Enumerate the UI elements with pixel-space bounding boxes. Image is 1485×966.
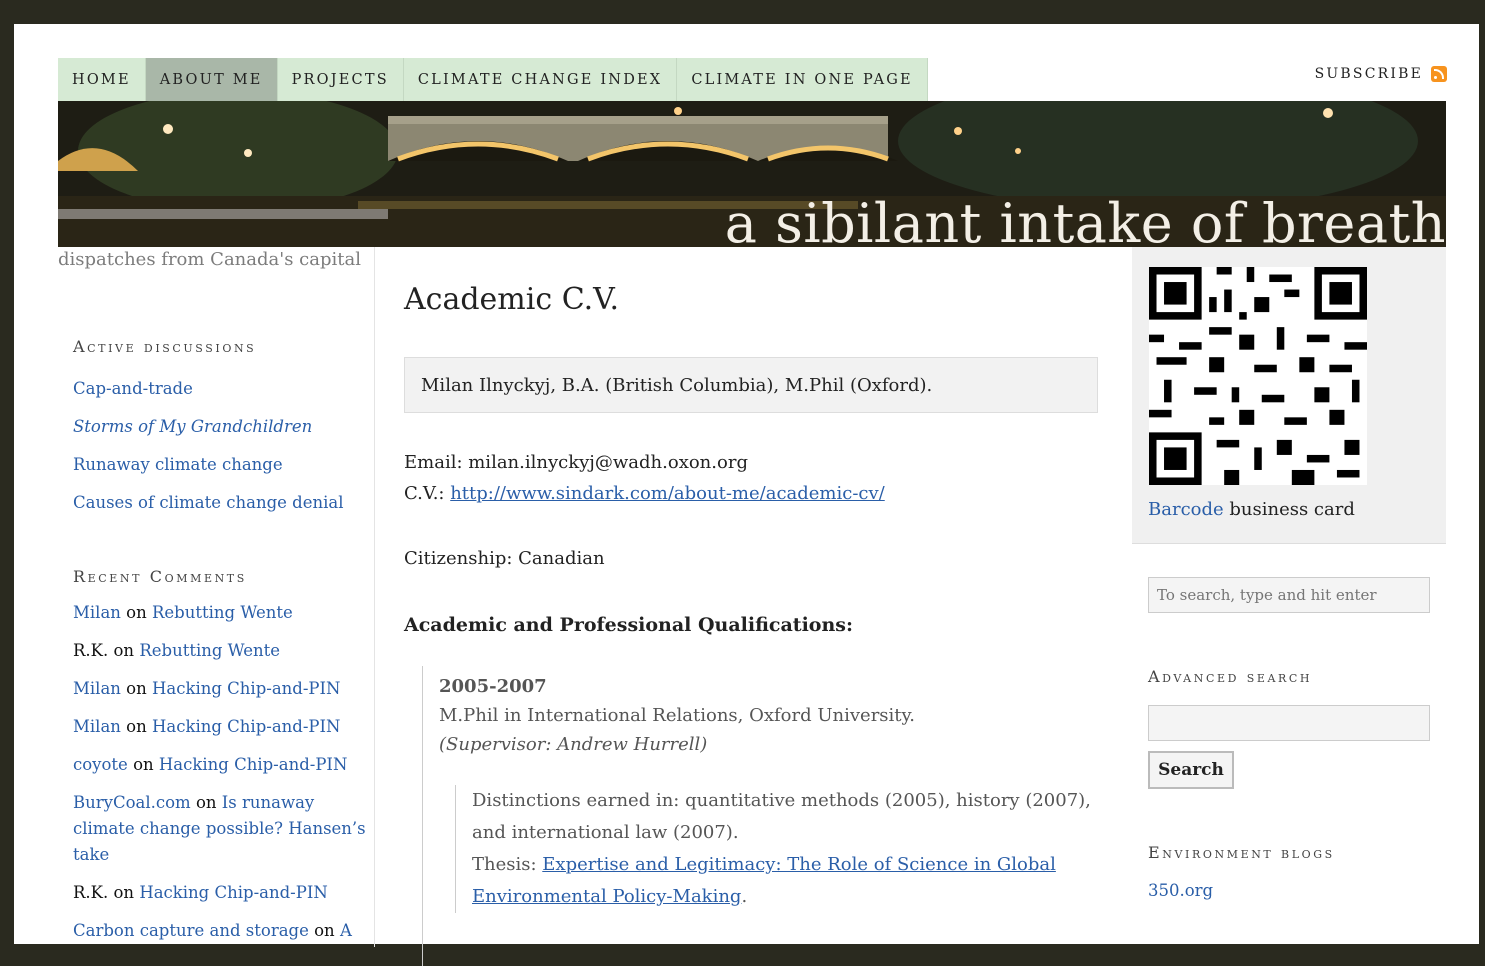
entry-years: 2005-2007 [439, 676, 547, 697]
comment-author[interactable]: Milan [73, 717, 121, 736]
comment-post[interactable]: Rebutting Wente [152, 603, 293, 622]
recent-comments-heading: Recent Comments [73, 567, 247, 586]
advanced-search-heading: Advanced search [1148, 667, 1313, 686]
thesis-link[interactable]: Expertise and Legitimacy: The Role of Sc… [472, 854, 1056, 907]
comment-author[interactable]: Milan [73, 679, 121, 698]
advanced-search-input[interactable] [1148, 705, 1430, 741]
header-banner: a sibilant intake of breath [58, 101, 1446, 247]
rss-icon[interactable] [1431, 66, 1447, 82]
cv-line: C.V.: http://www.sindark.com/about-me/ac… [404, 483, 885, 504]
comment-item: coyote on Hacking Chip-and-PIN [73, 752, 373, 778]
comment-author: R.K. [73, 641, 109, 660]
entry-supervisor: (Supervisor: Andrew Hurrell) [439, 734, 708, 755]
barcode-link[interactable]: Barcode [1148, 499, 1224, 520]
comment-author[interactable]: coyote [73, 755, 128, 774]
discussion-link[interactable]: Runaway climate change [73, 455, 283, 474]
active-discussions: Active discussions Cap-and-trade Storms … [73, 337, 344, 522]
subscribe-link[interactable]: Subscribe [1315, 66, 1447, 82]
comment-item: Milan on Hacking Chip-and-PIN [73, 714, 373, 740]
comment-post[interactable]: Hacking Chip-and-PIN [152, 679, 341, 698]
comment-on: on [133, 755, 154, 774]
qualifications-heading: Academic and Professional Qualifications… [404, 614, 853, 636]
comment-post[interactable]: Hacking Chip-and-PIN [159, 755, 348, 774]
comment-item: BuryCoal.com on Is runaway climate chang… [73, 790, 373, 868]
search-input[interactable] [1148, 577, 1430, 613]
comment-post[interactable]: Hacking Chip-and-PIN [139, 883, 328, 902]
environment-blogs-heading: Environment blogs [1148, 843, 1335, 862]
comment-item: Milan on Rebutting Wente [73, 600, 373, 626]
barcode-caption: Barcode business card [1148, 499, 1355, 520]
comment-post[interactable]: Hacking Chip-and-PIN [152, 717, 341, 736]
thesis-label: Thesis: [472, 854, 543, 875]
active-discussions-heading: Active discussions [73, 337, 257, 356]
subscribe-label: Subscribe [1314, 66, 1423, 82]
comment-on: on [195, 793, 217, 812]
comment-item: R.K. on Hacking Chip-and-PIN [73, 880, 373, 906]
thesis-end: . [741, 886, 748, 907]
qualification-entry: 2005-2007 M.Phil in International Relati… [422, 666, 1119, 966]
top-nav: Home About Me Projects Climate Change In… [58, 58, 928, 101]
site-title[interactable]: a sibilant intake of breath [725, 192, 1446, 247]
nav-home[interactable]: Home [58, 58, 146, 101]
comment-item: Milan on Hacking Chip-and-PIN [73, 676, 373, 702]
name-box: Milan Ilnyckyj, B.A. (British Columbia),… [404, 357, 1098, 413]
comment-item: Carbon capture and storage on A [73, 918, 373, 944]
entry-degree: M.Phil in International Relations, Oxfor… [439, 705, 916, 726]
right-sidebar: Barcode business card Advanced search Se… [1132, 247, 1446, 947]
nav-projects[interactable]: Projects [278, 58, 404, 101]
comment-on: on [126, 717, 147, 736]
recent-comments: Recent Comments Milan on Rebutting Wente… [73, 567, 373, 956]
discussion-link[interactable]: Cap-and-trade [73, 379, 193, 398]
main-content: Academic C.V. Milan Ilnyckyj, B.A. (Brit… [404, 282, 1104, 966]
barcode-caption-rest: business card [1223, 499, 1355, 520]
barcode-box: Barcode business card [1132, 247, 1446, 544]
comment-post[interactable]: Rebutting Wente [139, 641, 280, 660]
cv-label: C.V.: [404, 483, 451, 504]
discussion-link[interactable]: Storms of My Grandchildren [73, 417, 312, 436]
entry-details: Distinctions earned in: quantitative met… [455, 785, 1092, 913]
page-title: Academic C.V. [404, 282, 620, 317]
left-sidebar: Active discussions Cap-and-trade Storms … [58, 247, 375, 947]
comment-on: on [126, 679, 147, 698]
page: Home About Me Projects Climate Change In… [14, 24, 1479, 966]
nav-about-me[interactable]: About Me [145, 58, 278, 101]
entry-thesis: Thesis: Expertise and Legitimacy: The Ro… [472, 849, 1092, 913]
comment-on: on [126, 603, 147, 622]
comment-author[interactable]: BuryCoal.com [73, 793, 191, 812]
search-button[interactable]: Search [1148, 751, 1234, 789]
discussion-link[interactable]: Causes of climate change denial [73, 493, 344, 512]
nav-climate-in-one-page[interactable]: Climate in One Page [677, 58, 928, 101]
email-line: Email: milan.ilnyckyj@wadh.oxon.org [404, 452, 748, 473]
comment-author[interactable]: Milan [73, 603, 121, 622]
citizenship-line: Citizenship: Canadian [404, 548, 605, 569]
env-blog-link[interactable]: 350.org [1148, 881, 1213, 900]
comment-item: R.K. on Rebutting Wente [73, 638, 373, 664]
comment-on: on [113, 641, 135, 660]
entry-distinctions: Distinctions earned in: quantitative met… [472, 790, 1091, 843]
nav-climate-change-index[interactable]: Climate Change Index [404, 58, 678, 101]
comment-on: on [113, 883, 135, 902]
qr-code-icon [1149, 267, 1367, 485]
comment-author: R.K. [73, 883, 109, 902]
cv-link[interactable]: http://www.sindark.com/about-me/academic… [450, 483, 885, 504]
